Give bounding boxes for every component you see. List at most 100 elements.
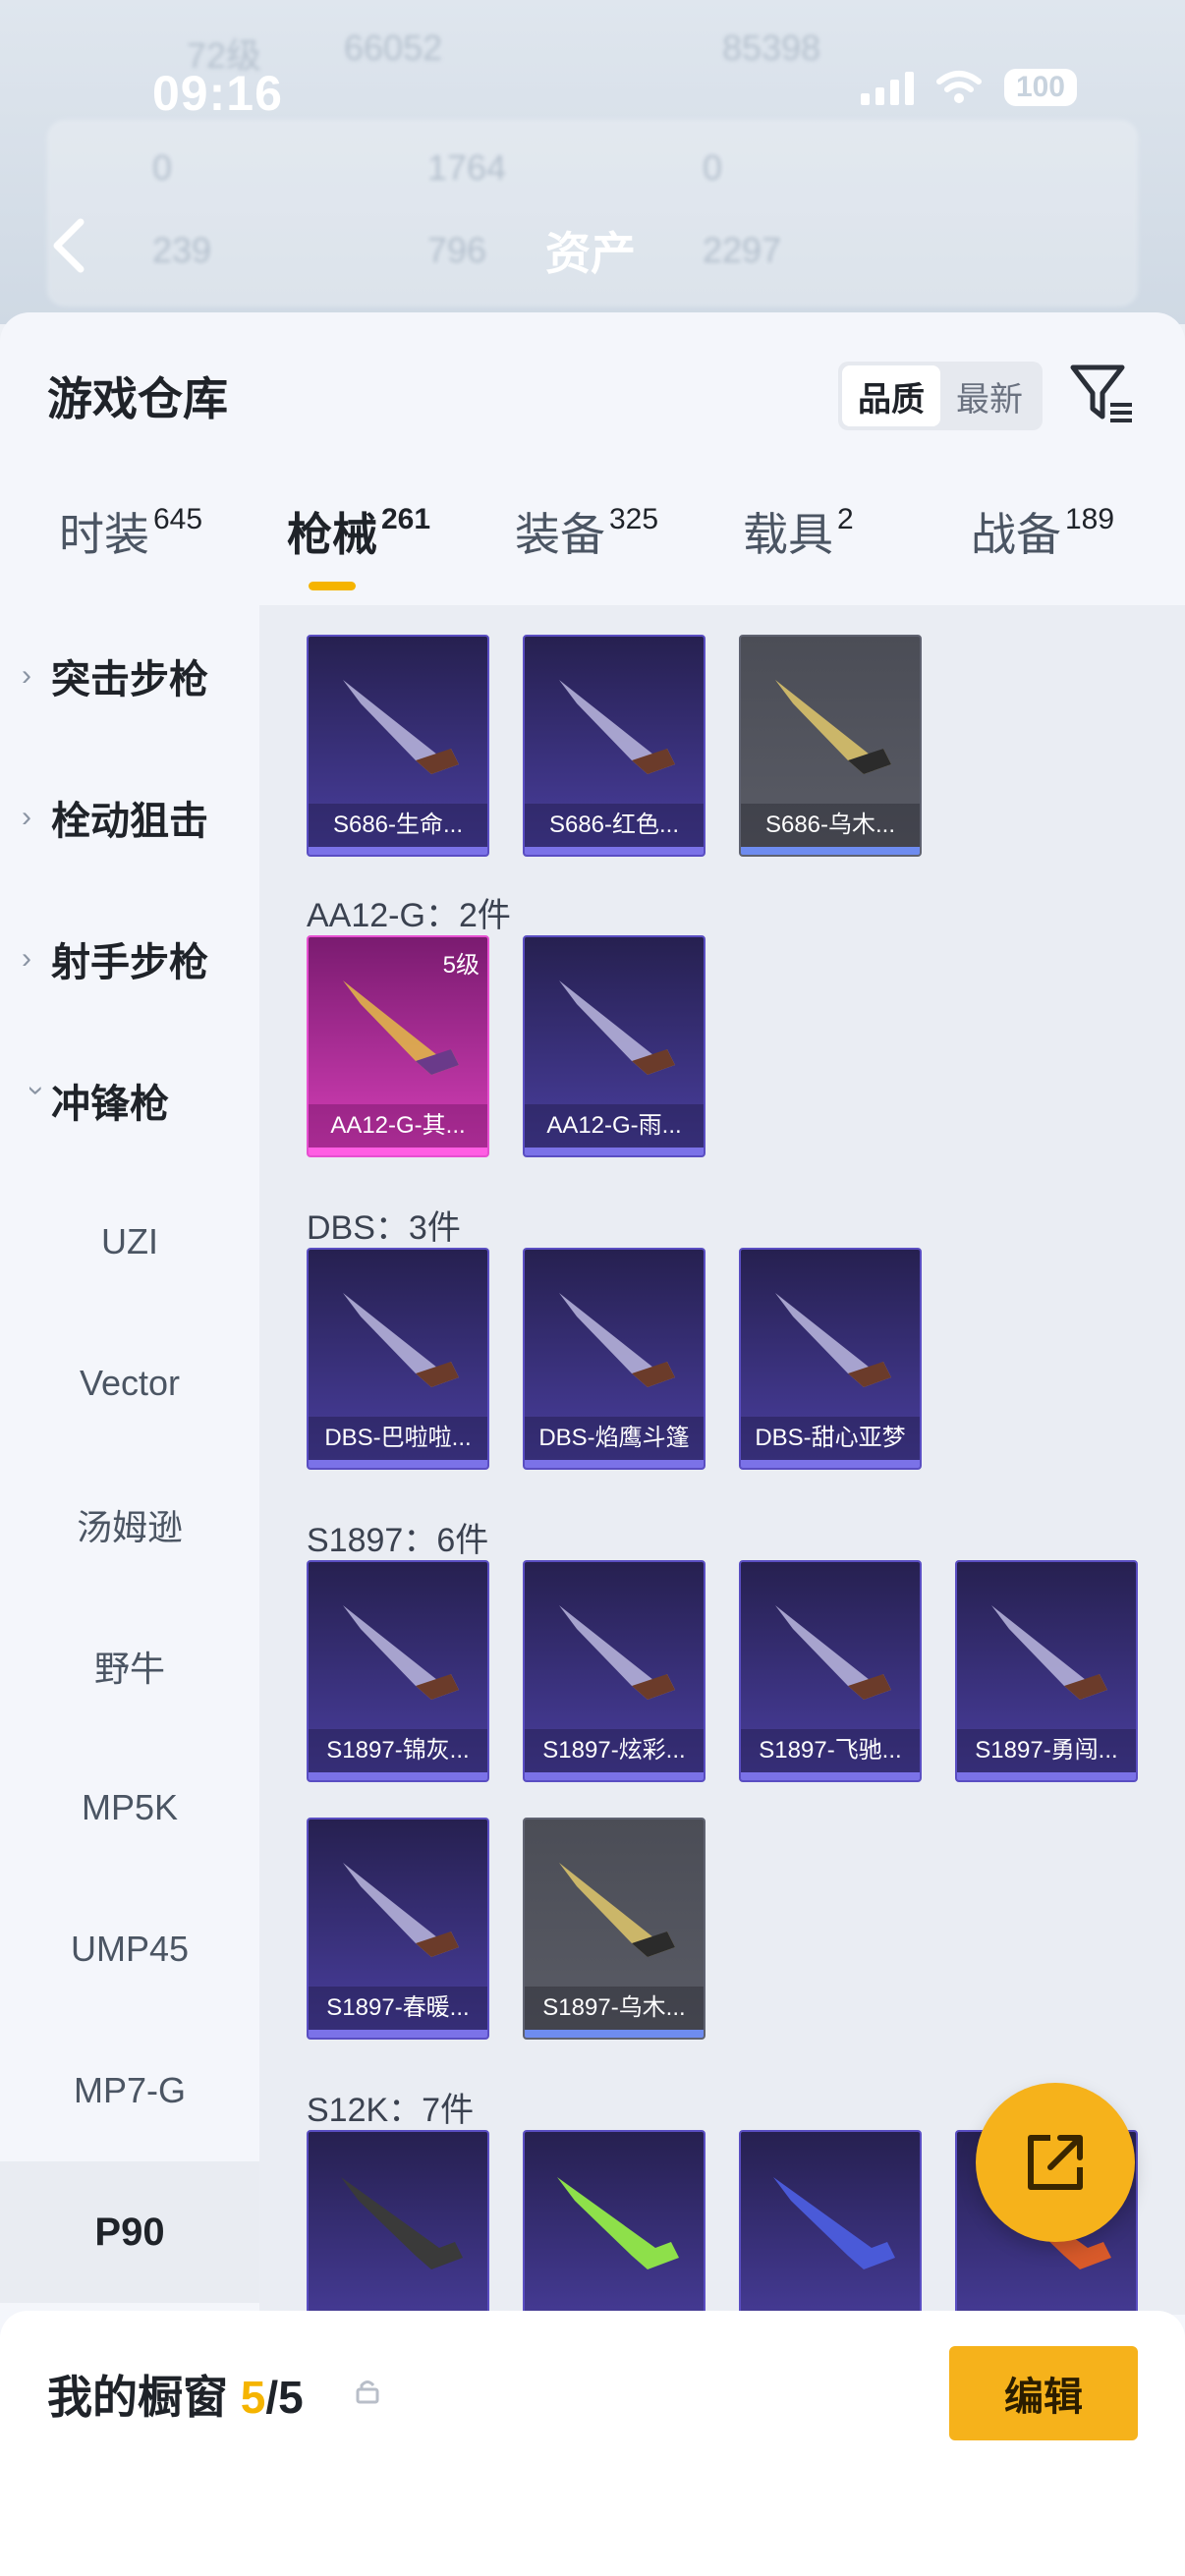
skin-card[interactable]: DBS-甜心亚梦: [739, 1248, 922, 1470]
category-tabs: 时装 645 枪械 261 装备 325 载具 2 战备 189: [0, 499, 1185, 607]
skin-name: DBS-甜心亚梦: [741, 1417, 920, 1460]
sidebar-sub-mp5k[interactable]: MP5K: [0, 1737, 259, 1878]
skin-name: S686-红色...: [525, 804, 704, 847]
rarity-bar: [957, 1772, 1136, 1780]
filter-icon[interactable]: [1069, 360, 1138, 428]
back-arrow-icon[interactable]: [49, 216, 88, 275]
skin-card[interactable]: DBS-巴啦啦...: [307, 1248, 489, 1470]
weapon-icon: [559, 1863, 675, 1957]
tab-supplies[interactable]: 战备 189: [971, 499, 1114, 564]
chevron-right-icon: ›: [22, 942, 31, 975]
sidebar-item-assault-rifle[interactable]: › 突击步枪: [0, 605, 259, 747]
showcase-total-count: /5: [265, 2372, 304, 2423]
skin-name: S1897-乌木...: [525, 1987, 704, 2030]
sidebar-item-label: 栓动狙击: [51, 800, 208, 843]
sidebar-sub-ump45[interactable]: UMP45: [0, 1878, 259, 2020]
share-button[interactable]: [976, 2083, 1135, 2242]
weapon-icon: [559, 680, 675, 774]
weapon-icon: [773, 2177, 895, 2269]
rarity-bar: [741, 1772, 920, 1780]
skin-card[interactable]: S1897-锦灰...: [307, 1560, 489, 1782]
sidebar-item-smg[interactable]: › 冲锋枪: [0, 1030, 259, 1171]
skin-card[interactable]: S686-乌木...: [739, 635, 922, 857]
weapon-icon: [343, 1293, 459, 1387]
tab-fashion[interactable]: 时装 645: [59, 499, 202, 564]
sidebar-sub-thompson[interactable]: 汤姆逊: [0, 1454, 259, 1596]
skin-card[interactable]: S686-红色...: [523, 635, 705, 857]
sidebar-sub-uzi[interactable]: UZI: [0, 1171, 259, 1313]
skin-card[interactable]: [307, 2130, 489, 2315]
level-badge: 5级: [442, 952, 480, 979]
skin-name: S1897-飞驰...: [741, 1729, 920, 1772]
skin-name: DBS-巴啦啦...: [309, 1417, 487, 1460]
asset-value: 1764: [427, 147, 507, 188]
rarity-bar: [525, 1460, 704, 1468]
skin-card[interactable]: 5级 AA12-G-其...: [307, 935, 489, 1157]
tab-equipment[interactable]: 装备 325: [515, 499, 658, 564]
skin-card[interactable]: S686-生命...: [307, 635, 489, 857]
tab-label: 战备: [971, 509, 1061, 560]
signal-icon: [860, 70, 914, 105]
rarity-bar: [309, 1772, 487, 1780]
skin-card[interactable]: S1897-炫彩...: [523, 1560, 705, 1782]
share-icon: [1028, 2135, 1083, 2190]
weapon-icon: [343, 680, 459, 774]
sidebar-sub-vector[interactable]: Vector: [0, 1313, 259, 1454]
score-text: 85398: [722, 28, 821, 68]
group-label: DBS：3件: [307, 1209, 461, 1247]
asset-value: 796: [427, 230, 487, 270]
skin-card[interactable]: S1897-飞驰...: [739, 1560, 922, 1782]
warehouse-sheet: 游戏仓库 品质 最新 时装 645 枪械 261 装备 325 载具 2 战备 189 ›…: [0, 312, 1185, 2576]
rarity-bar: [741, 847, 920, 855]
skin-card[interactable]: AA12-G-雨...: [523, 935, 705, 1157]
sidebar-sub-mp7g[interactable]: MP7-G: [0, 2020, 259, 2161]
rarity-bar: [309, 1148, 487, 1155]
skin-card[interactable]: S1897-乌木...: [523, 1818, 705, 2040]
sidebar-sub-bizon[interactable]: 野牛: [0, 1596, 259, 1737]
skin-name: S686-生命...: [309, 804, 487, 847]
wifi-icon: [935, 71, 982, 103]
rarity-bar: [525, 1148, 704, 1155]
tab-label: 枪械: [287, 509, 377, 560]
rarity-bar: [525, 1772, 704, 1780]
tab-count: 189: [1065, 503, 1115, 535]
skin-card[interactable]: [739, 2130, 922, 2315]
edit-button[interactable]: 编辑: [949, 2346, 1138, 2440]
coins-text: 66052: [344, 28, 443, 68]
sort-quality-button[interactable]: 品质: [842, 365, 940, 426]
status-time: 09:16: [152, 66, 283, 121]
skin-card[interactable]: S1897-春暖...: [307, 1818, 489, 2040]
chevron-down-icon: ›: [21, 1086, 53, 1095]
skin-name: AA12-G-其...: [309, 1104, 487, 1148]
sidebar-sub-p90[interactable]: P90: [0, 2161, 259, 2303]
weapon-icon: [991, 1605, 1107, 1700]
skin-card[interactable]: S1897-勇闯...: [955, 1560, 1138, 1782]
skin-card[interactable]: DBS-焰鹰斗篷: [523, 1248, 705, 1470]
skin-name: S686-乌木...: [741, 804, 920, 847]
tab-vehicles[interactable]: 载具 2: [743, 499, 854, 564]
tab-count: 645: [153, 503, 203, 535]
weapon-icon: [343, 1605, 459, 1700]
skin-name: S1897-春暖...: [309, 1987, 487, 2030]
weapon-icon: [557, 2177, 679, 2269]
rarity-bar: [309, 1460, 487, 1468]
group-label: S12K：7件: [307, 2092, 475, 2129]
sidebar-item-bolt-sniper[interactable]: › 栓动狙击: [0, 747, 259, 888]
sort-newest-button[interactable]: 最新: [940, 365, 1039, 426]
weapon-icon: [559, 1293, 675, 1387]
sidebar-item-marksman-rifle[interactable]: › 射手步枪: [0, 888, 259, 1030]
tab-guns[interactable]: 枪械 261: [287, 499, 430, 564]
asset-value: 0: [152, 147, 173, 188]
asset-value: 2297: [703, 230, 782, 270]
showcase-current-count: 5: [240, 2372, 266, 2423]
tab-label: 装备: [515, 509, 605, 560]
rarity-bar: [309, 2030, 487, 2038]
sidebar-item-label: 突击步枪: [51, 658, 208, 701]
showcase-label: 我的橱窗: [47, 2372, 228, 2423]
skin-grid: S686-生命... S686-红色... S686-乌木... AA12-G：2件 5…: [259, 605, 1185, 2315]
sidebar-item-label: 射手步枪: [51, 941, 208, 984]
skin-card[interactable]: [523, 2130, 705, 2315]
tab-label: 时装: [59, 509, 149, 560]
status-icons: 100: [860, 69, 1077, 106]
rarity-bar: [309, 847, 487, 855]
